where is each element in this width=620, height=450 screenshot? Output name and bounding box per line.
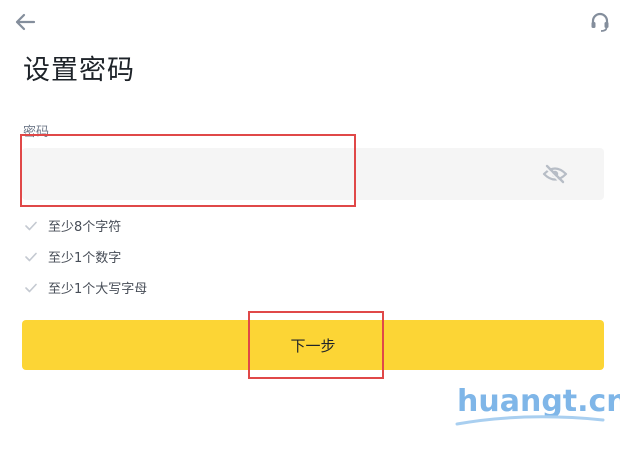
rule-label: 至少1个大写字母	[48, 282, 148, 297]
next-button[interactable]: 下一步	[22, 320, 604, 370]
arrow-left-icon	[15, 13, 36, 31]
headset-icon	[591, 12, 609, 32]
rule-item: 至少1个数字	[24, 241, 147, 272]
set-password-page: 设置密码 密码 至少8个字符 至少1个数字 至少1个大写字母 下一步 huang…	[0, 0, 620, 450]
password-label: 密码	[23, 125, 50, 140]
rule-label: 至少8个字符	[48, 220, 122, 235]
back-button[interactable]	[12, 10, 38, 34]
check-icon	[24, 219, 38, 233]
password-input[interactable]	[22, 148, 522, 200]
eye-off-icon	[542, 164, 568, 184]
watermark-swoosh	[455, 415, 605, 426]
password-field	[22, 148, 604, 200]
page-title: 设置密码	[23, 55, 135, 86]
password-visibility-toggle[interactable]	[541, 162, 569, 186]
rule-label: 至少1个数字	[48, 251, 122, 266]
rule-item: 至少8个字符	[24, 210, 147, 241]
rule-item: 至少1个大写字母	[24, 272, 147, 303]
check-icon	[24, 250, 38, 264]
password-rules-list: 至少8个字符 至少1个数字 至少1个大写字母	[24, 210, 147, 303]
check-icon	[24, 281, 38, 295]
customer-support-button[interactable]	[588, 10, 612, 34]
